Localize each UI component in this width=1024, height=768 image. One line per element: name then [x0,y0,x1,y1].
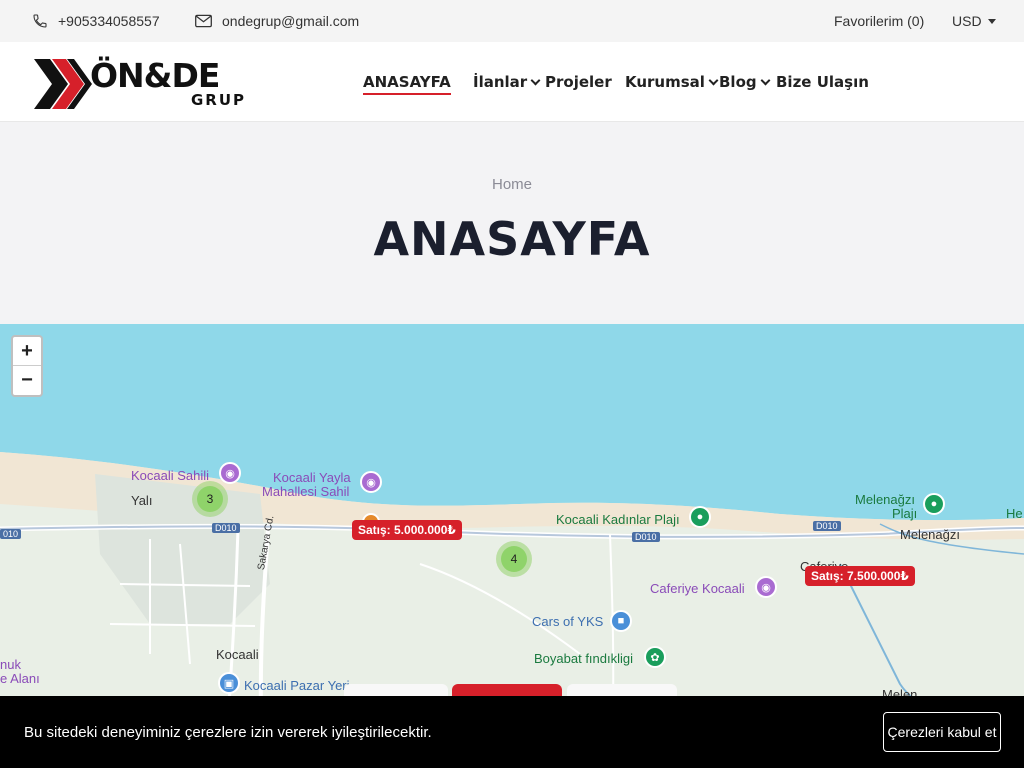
shopping-bag-icon[interactable]: ■ [610,610,632,632]
place-label: Mahallesi Sahil [262,484,350,499]
beach-icon[interactable]: ● [923,493,945,515]
cart-icon[interactable]: ▣ [218,672,240,694]
currency-select[interactable]: USD [952,0,996,42]
chevron-down-icon [530,75,541,85]
page-title: ANASAYFA [373,212,651,266]
nav-item-blog[interactable]: Blog [719,42,771,122]
place-label: Kocaali Kadınlar Plajı [556,512,680,527]
phone-number[interactable]: +905334058557 [58,13,160,29]
camera-icon[interactable]: ◉ [360,471,382,493]
road-label: D010 [212,523,240,533]
nav-item-bize-ulasin[interactable]: Bize Ulaşın [776,42,869,122]
nav-item-label: ANASAYFA [363,73,451,91]
phone-icon [32,13,48,29]
chevron-down-icon [708,75,719,85]
nav-item-label: İlanlar [473,73,528,91]
site-header: ÖN&DE GRUP ANASAYFA İlanlar Projeler Kur… [0,42,1024,122]
road-label: 010 [0,529,22,539]
cookie-message: Bu sitedeki deneyiminiz çerezlere izin v… [24,723,432,741]
top-bar: +905334058557 ondegrup@gmail.com Favoril… [0,0,1024,42]
currency-value: USD [952,13,982,29]
cluster-count: 4 [501,546,527,572]
place-label: Kocaali Pazar Yeri [244,678,350,693]
place-label: Boyabat fındıkligi [534,651,634,666]
breadcrumb[interactable]: Home [0,176,1024,193]
place-label: Melenağzı [855,492,915,507]
place-label: nuk [0,657,21,672]
accept-cookies-button[interactable]: Çerezleri kabul et [883,712,1001,752]
email-address[interactable]: ondegrup@gmail.com [222,13,359,29]
nav-item-label: Blog [719,73,757,91]
price-marker[interactable]: Satış: 7.500.000₺ [805,566,915,586]
zoom-out-button[interactable]: − [13,366,41,395]
nav-item-label: Bize Ulaşın [776,73,869,91]
zoom-in-button[interactable]: + [13,337,41,366]
road-label: D010 [813,521,841,531]
nav-item-anasayfa[interactable]: ANASAYFA [363,42,451,122]
nav-item-label: Projeler [545,73,612,91]
nav-item-label: Kurumsal [625,73,705,91]
logo-sub-text: GRUP [191,91,247,109]
favorites-link[interactable]: Favorilerim (0) [834,0,924,42]
mail-icon [195,14,212,28]
price-marker[interactable]: Satış: 5.000.000₺ [352,520,462,540]
caret-down-icon [987,18,996,24]
zoom-control: + − [11,335,43,397]
place-label: Yalı [131,493,153,508]
place-label: Cars of YKS [532,614,604,629]
email-contact[interactable]: ondegrup@gmail.com [195,0,359,42]
camera-icon[interactable]: ◉ [219,462,241,484]
place-label: Caferiye Kocaali [650,581,745,596]
place-label: Melenağzı [900,527,960,542]
logo-main-text: ÖN&DE [90,56,220,95]
beach-icon[interactable]: ● [689,506,711,528]
place-label: Kocaali Yayla [273,470,351,485]
place-label: Plajı [892,506,918,521]
phone-contact[interactable]: +905334058557 [32,0,160,42]
site-logo[interactable]: ÖN&DE GRUP [34,56,249,112]
cluster-count: 3 [197,486,223,512]
cookie-banner: Bu sitedeki deneyiminiz çerezlere izin v… [0,696,1024,768]
nav-item-kurumsal[interactable]: Kurumsal [625,42,719,122]
page-hero: Home ANASAYFA [0,122,1024,324]
place-label: Kocaali [216,647,259,662]
tree-icon[interactable]: ✿ [644,646,666,668]
nav-item-ilanlar[interactable]: İlanlar [473,42,541,122]
place-label: Kocaali Sahili [131,468,210,483]
chevron-down-icon [760,75,771,85]
place-label: e Alanı [0,671,40,686]
road-label: D010 [632,532,660,542]
nav-item-projeler[interactable]: Projeler [545,42,612,122]
place-label: He [1006,506,1023,521]
camera-icon[interactable]: ◉ [755,576,777,598]
marker-cluster[interactable]: 3 [192,481,228,517]
marker-cluster[interactable]: 4 [496,541,532,577]
